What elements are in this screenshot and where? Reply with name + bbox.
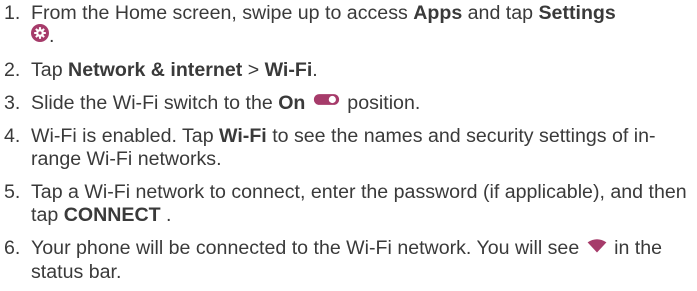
step-2: 2. Tap Network & internet > Wi-Fi. (4, 59, 697, 82)
instructions-document: 1. From the Home screen, swipe up to acc… (0, 0, 697, 284)
wifi-label: Wi-Fi (264, 59, 313, 81)
step-text: . (160, 204, 172, 227)
step-text: and tap (462, 2, 539, 24)
step-4: 4. Wi-Fi is enabled. Tap Wi-Fi to see th… (4, 125, 697, 171)
step-number: 6. (4, 237, 21, 260)
step-number: 5. (4, 181, 21, 204)
wifi-signal-icon (585, 238, 609, 261)
step-5: 5. Tap a Wi-Fi network to connect, enter… (4, 181, 697, 227)
step-text: position. (341, 92, 421, 114)
step-text: From the Home screen, swipe up to access (31, 2, 414, 24)
step-text: > (242, 59, 265, 81)
step-number: 2. (4, 59, 21, 81)
step-text: . (49, 25, 55, 48)
apps-label: Apps (413, 2, 463, 24)
step-6: 6. Your phone will be connected to the W… (4, 237, 697, 283)
step-3: 3. Slide the Wi-Fi switch to the On posi… (4, 92, 697, 115)
connect-label: CONNECT (63, 204, 161, 227)
step-text: Your phone will be connected to the Wi-F… (31, 237, 585, 260)
step-text: Wi-Fi is enabled. Tap (31, 125, 220, 148)
step-number: 4. (4, 125, 21, 148)
step-number: 1. (4, 2, 21, 24)
settings-label: Settings (538, 2, 616, 24)
step-text: . (312, 59, 318, 81)
step-1: 1. From the Home screen, swipe up to acc… (4, 2, 697, 49)
step-number: 3. (4, 92, 21, 114)
network-internet-label: Network & internet (68, 59, 243, 81)
toggle-on-icon (311, 92, 342, 115)
step-text: Slide the Wi-Fi switch to the (31, 92, 279, 114)
on-label: On (278, 92, 306, 114)
wifi-label: Wi-Fi (219, 125, 267, 148)
step-text: Tap (31, 59, 69, 81)
settings-gear-icon (31, 24, 49, 49)
steps-list: 1. From the Home screen, swipe up to acc… (4, 2, 697, 284)
